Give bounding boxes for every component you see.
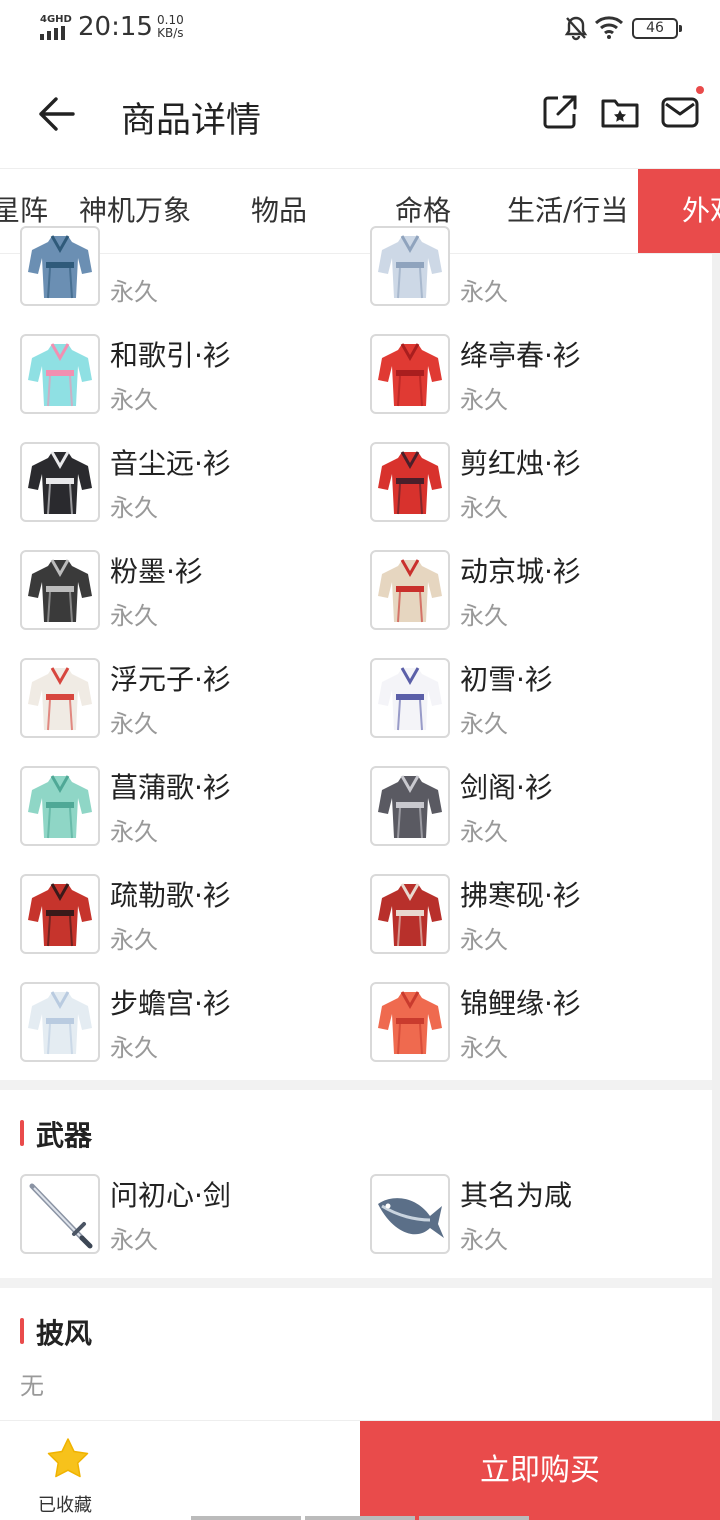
weapon-item[interactable]: 其名为咸 永久 (370, 1174, 710, 1256)
section-divider (0, 1080, 720, 1090)
outfit-item[interactable]: 和歌引·衫永久 (20, 334, 360, 416)
outfit-thumbnail (370, 442, 450, 522)
speed-unit: KB/s (157, 26, 184, 40)
outfit-item[interactable]: 疏勒歌·衫永久 (20, 874, 360, 956)
item-name: 问初心·剑 (110, 1179, 231, 1212)
item-name: 剪红烛·衫 (460, 447, 581, 480)
item-name: 和歌引·衫 (110, 339, 231, 372)
mail-icon[interactable] (660, 86, 704, 132)
outfit-thumbnail (20, 982, 100, 1062)
notification-dot (696, 86, 704, 94)
item-name: 疏勒歌·衫 (110, 879, 231, 912)
outfit-thumbnail (20, 550, 100, 630)
battery-icon: 46 (632, 18, 682, 39)
outfit-item[interactable]: 菖蒲歌·衫永久 (20, 766, 360, 848)
item-duration: 永久 (110, 818, 158, 846)
cape-value: 无 (20, 1372, 44, 1400)
item-duration: 永久 (460, 1034, 508, 1062)
section-divider (0, 1278, 720, 1288)
network-type: 4GHD (40, 14, 72, 25)
item-duration: 永久 (110, 1226, 158, 1254)
outfit-thumbnail (370, 658, 450, 738)
item-duration: 永久 (110, 1034, 158, 1062)
header: 商品详情 (0, 60, 720, 168)
weapons-section-title: 武器 (20, 1114, 92, 1154)
favorite-button[interactable]: 已收藏 (0, 1421, 360, 1520)
item-duration: 永久 (460, 386, 508, 414)
star-icon (46, 1437, 90, 1479)
fish-icon (370, 1174, 450, 1254)
cape-section-title: 披风 (20, 1312, 92, 1352)
back-arrow-icon[interactable] (30, 90, 82, 138)
outfit-item[interactable]: 动京城·衫永久 (370, 550, 710, 632)
outfit-thumbnail (370, 550, 450, 630)
bottom-action-bar: 已收藏 立即购买 (0, 1420, 720, 1520)
share-icon[interactable] (540, 92, 580, 132)
cell-signal-icon: 4GHD (40, 14, 72, 40)
outfit-thumbnail (370, 982, 450, 1062)
outfit-item[interactable]: 绛亭春·衫永久 (370, 334, 710, 416)
item-name: 绛亭春·衫 (460, 339, 581, 372)
item-duration: 永久 (460, 710, 508, 738)
outfit-thumbnail (20, 226, 100, 306)
item-duration: 永久 (110, 602, 158, 630)
wifi-icon (594, 14, 624, 40)
outfit-thumbnail (20, 874, 100, 954)
item-duration: 永久 (460, 818, 508, 846)
status-bar: 4GHD 20:15 0.10 KB/s 46 (0, 0, 720, 60)
outfit-item[interactable]: 音尘远·衫永久 (20, 442, 360, 524)
scrollbar[interactable] (712, 254, 720, 1420)
item-duration: 永久 (110, 494, 158, 522)
outfit-thumbnail (20, 442, 100, 522)
item-duration: 永久 (460, 602, 508, 630)
status-time: 20:15 (78, 12, 153, 42)
outfit-thumbnail (20, 766, 100, 846)
item-name: 剑阁·衫 (460, 771, 553, 804)
outfit-thumbnail (20, 658, 100, 738)
outfit-item[interactable]: 剪红烛·衫永久 (370, 442, 710, 524)
outfit-item[interactable]: 初雪·衫永久 (370, 658, 710, 740)
item-name: 动京城·衫 (460, 555, 581, 588)
item-duration: 永久 (110, 926, 158, 954)
buy-now-button[interactable]: 立即购买 (360, 1421, 720, 1520)
item-name: 其名为咸 (460, 1179, 573, 1212)
outfit-item[interactable]: 浮元子·衫永久 (20, 658, 360, 740)
outfit-thumbnail (20, 334, 100, 414)
item-name: 拂寒砚·衫 (460, 879, 581, 912)
outfit-item[interactable]: 步蟾宫·衫永久 (20, 982, 360, 1064)
outfit-thumbnail (370, 226, 450, 306)
outfit-item[interactable]: 锦鲤缘·衫永久 (370, 982, 710, 1064)
favorites-folder-icon[interactable] (600, 92, 640, 132)
item-duration: 永久 (110, 710, 158, 738)
item-duration: 永久 (460, 494, 508, 522)
sword-icon (20, 1174, 100, 1254)
outfit-thumbnail (370, 874, 450, 954)
item-name: 粉墨·衫 (110, 555, 203, 588)
item-duration: 永久 (460, 926, 508, 954)
favorite-label: 已收藏 (38, 1495, 92, 1516)
item-duration: 永久 (460, 1226, 508, 1254)
page-title: 商品详情 (121, 101, 262, 141)
mute-bell-icon (562, 14, 590, 42)
outfit-item[interactable]: 拂寒砚·衫永久 (370, 874, 710, 956)
home-indicator (0, 1516, 720, 1520)
item-name: 菖蒲歌·衫 (110, 771, 231, 804)
item-name: 步蟾宫·衫 (110, 987, 231, 1020)
outfit-item[interactable]: 永久 (20, 226, 360, 308)
outfit-item[interactable]: 剑阁·衫永久 (370, 766, 710, 848)
item-name: 音尘远·衫 (110, 447, 231, 480)
outfit-thumbnail (370, 334, 450, 414)
item-duration: 永久 (460, 278, 508, 306)
outfit-item[interactable]: 永久 (370, 226, 710, 308)
network-speed: 0.10 KB/s (157, 14, 184, 40)
weapon-item[interactable]: 问初心·剑 永久 (20, 1174, 360, 1256)
item-duration: 永久 (110, 278, 158, 306)
item-name: 浮元子·衫 (110, 663, 231, 696)
outfit-thumbnail (370, 766, 450, 846)
item-duration: 永久 (110, 386, 158, 414)
item-name: 锦鲤缘·衫 (460, 987, 581, 1020)
outfit-item[interactable]: 粉墨·衫永久 (20, 550, 360, 632)
item-name: 初雪·衫 (460, 663, 553, 696)
